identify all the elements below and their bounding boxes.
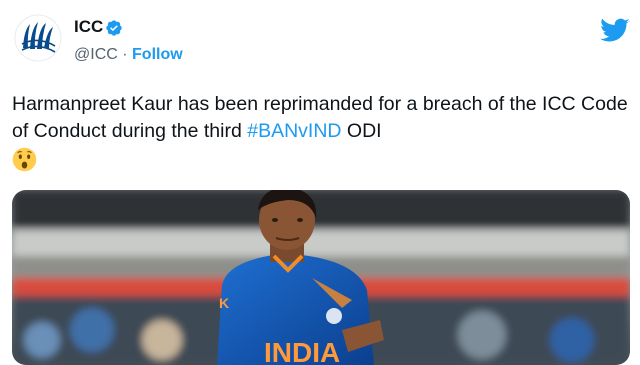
- separator-dot: ·: [122, 46, 128, 63]
- tweet-text: Harmanpreet Kaur has been reprimanded fo…: [12, 91, 632, 172]
- hushed-face-emoji: [12, 148, 37, 172]
- follow-button[interactable]: Follow: [132, 46, 183, 63]
- hashtag-link[interactable]: #BANvIND: [247, 120, 341, 142]
- jersey-small-text: K: [219, 295, 229, 311]
- jersey-text: INDIA: [264, 337, 340, 365]
- tweet-text-end: ODI: [341, 120, 382, 142]
- twitter-bird-icon[interactable]: [600, 18, 630, 44]
- account-name[interactable]: ICC: [74, 17, 103, 37]
- tweet-photo[interactable]: K INDIA: [12, 190, 630, 365]
- handle-row: @ICC · Follow: [74, 46, 183, 64]
- verified-badge-icon: [106, 20, 122, 36]
- photo-scene: K INDIA: [12, 190, 630, 365]
- icc-logo-icon[interactable]: [14, 14, 62, 62]
- account-handle[interactable]: @ICC: [74, 46, 118, 63]
